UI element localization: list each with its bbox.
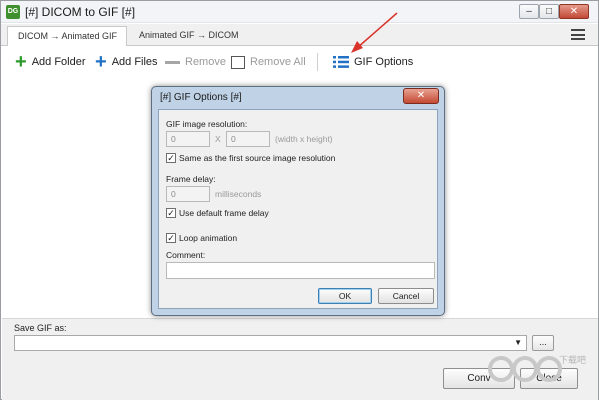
minimize-button[interactable]: – (519, 4, 539, 19)
minus-icon (165, 60, 180, 64)
loop-animation-label: Loop animation (179, 233, 238, 243)
list-icon (333, 56, 349, 68)
height-input[interactable]: 0 (226, 131, 270, 147)
loop-animation-checkbox[interactable]: ✓ (166, 233, 176, 243)
watermark-text: 下载吧 (559, 354, 586, 366)
frame-delay-input[interactable]: 0 (166, 186, 210, 202)
add-files-label: Add Files (111, 56, 158, 68)
remove-all-label: Remove All (250, 56, 306, 68)
annotation-arrow-icon (351, 12, 398, 53)
menu-icon[interactable] (571, 29, 585, 40)
title-bar[interactable]: DG [#] DICOM to GIF [#] – □ ✕ (1, 1, 598, 23)
default-delay-checkbox[interactable]: ✓ (166, 208, 176, 218)
dialog-close-button[interactable]: ✕ (403, 88, 439, 104)
remove-button[interactable]: Remove (165, 53, 226, 71)
tab-gif-to-dicom[interactable]: Animated GIF → DICOM (129, 26, 251, 46)
gif-options-button[interactable]: GIF Options (333, 53, 413, 71)
dialog-body: GIF image resolution: 0 X 0 (width x hei… (158, 109, 438, 309)
checkbox-icon (231, 55, 245, 69)
maximize-button[interactable]: □ (539, 4, 559, 19)
resolution-label: GIF image resolution: (166, 119, 248, 129)
add-files-button[interactable]: + Add Files (95, 51, 158, 74)
remove-all-button[interactable]: Remove All (231, 53, 306, 71)
resolution-hint: (width x height) (275, 134, 333, 144)
toolbar-divider (317, 53, 318, 71)
add-folder-button[interactable]: + Add Folder (15, 51, 86, 74)
comment-input[interactable] (166, 262, 435, 279)
frame-delay-unit: milliseconds (215, 189, 262, 199)
remove-label: Remove (185, 56, 226, 68)
save-path-combo[interactable]: ▼ (14, 335, 527, 351)
dialog-title: [#] GIF Options [#] (160, 92, 242, 103)
comment-label: Comment: (166, 250, 206, 260)
width-input[interactable]: 0 (166, 131, 210, 147)
app-icon: DG (6, 5, 20, 19)
same-resolution-label: Same as the first source image resolutio… (179, 153, 336, 163)
same-resolution-checkbox[interactable]: ✓ (166, 153, 176, 163)
x-separator: X (215, 134, 221, 144)
save-gif-label: Save GIF as: (14, 323, 67, 333)
ok-button[interactable]: OK (318, 288, 372, 304)
cancel-button[interactable]: Cancel (378, 288, 434, 304)
gif-options-dialog: [#] GIF Options [#] ✕ GIF image resoluti… (151, 86, 445, 316)
default-delay-label: Use default frame delay (179, 208, 269, 218)
gif-options-label: GIF Options (354, 56, 414, 68)
plus-icon: + (15, 51, 27, 74)
plus-icon: + (95, 51, 107, 74)
frame-delay-label: Frame delay: (166, 174, 216, 184)
close-window-button[interactable]: ✕ (559, 4, 589, 19)
watermark-logo: 下载吧 (488, 354, 586, 382)
tab-dicom-to-gif[interactable]: DICOM → Animated GIF (7, 26, 127, 46)
add-folder-label: Add Folder (31, 56, 86, 68)
window-title: [#] DICOM to GIF [#] (25, 5, 136, 19)
